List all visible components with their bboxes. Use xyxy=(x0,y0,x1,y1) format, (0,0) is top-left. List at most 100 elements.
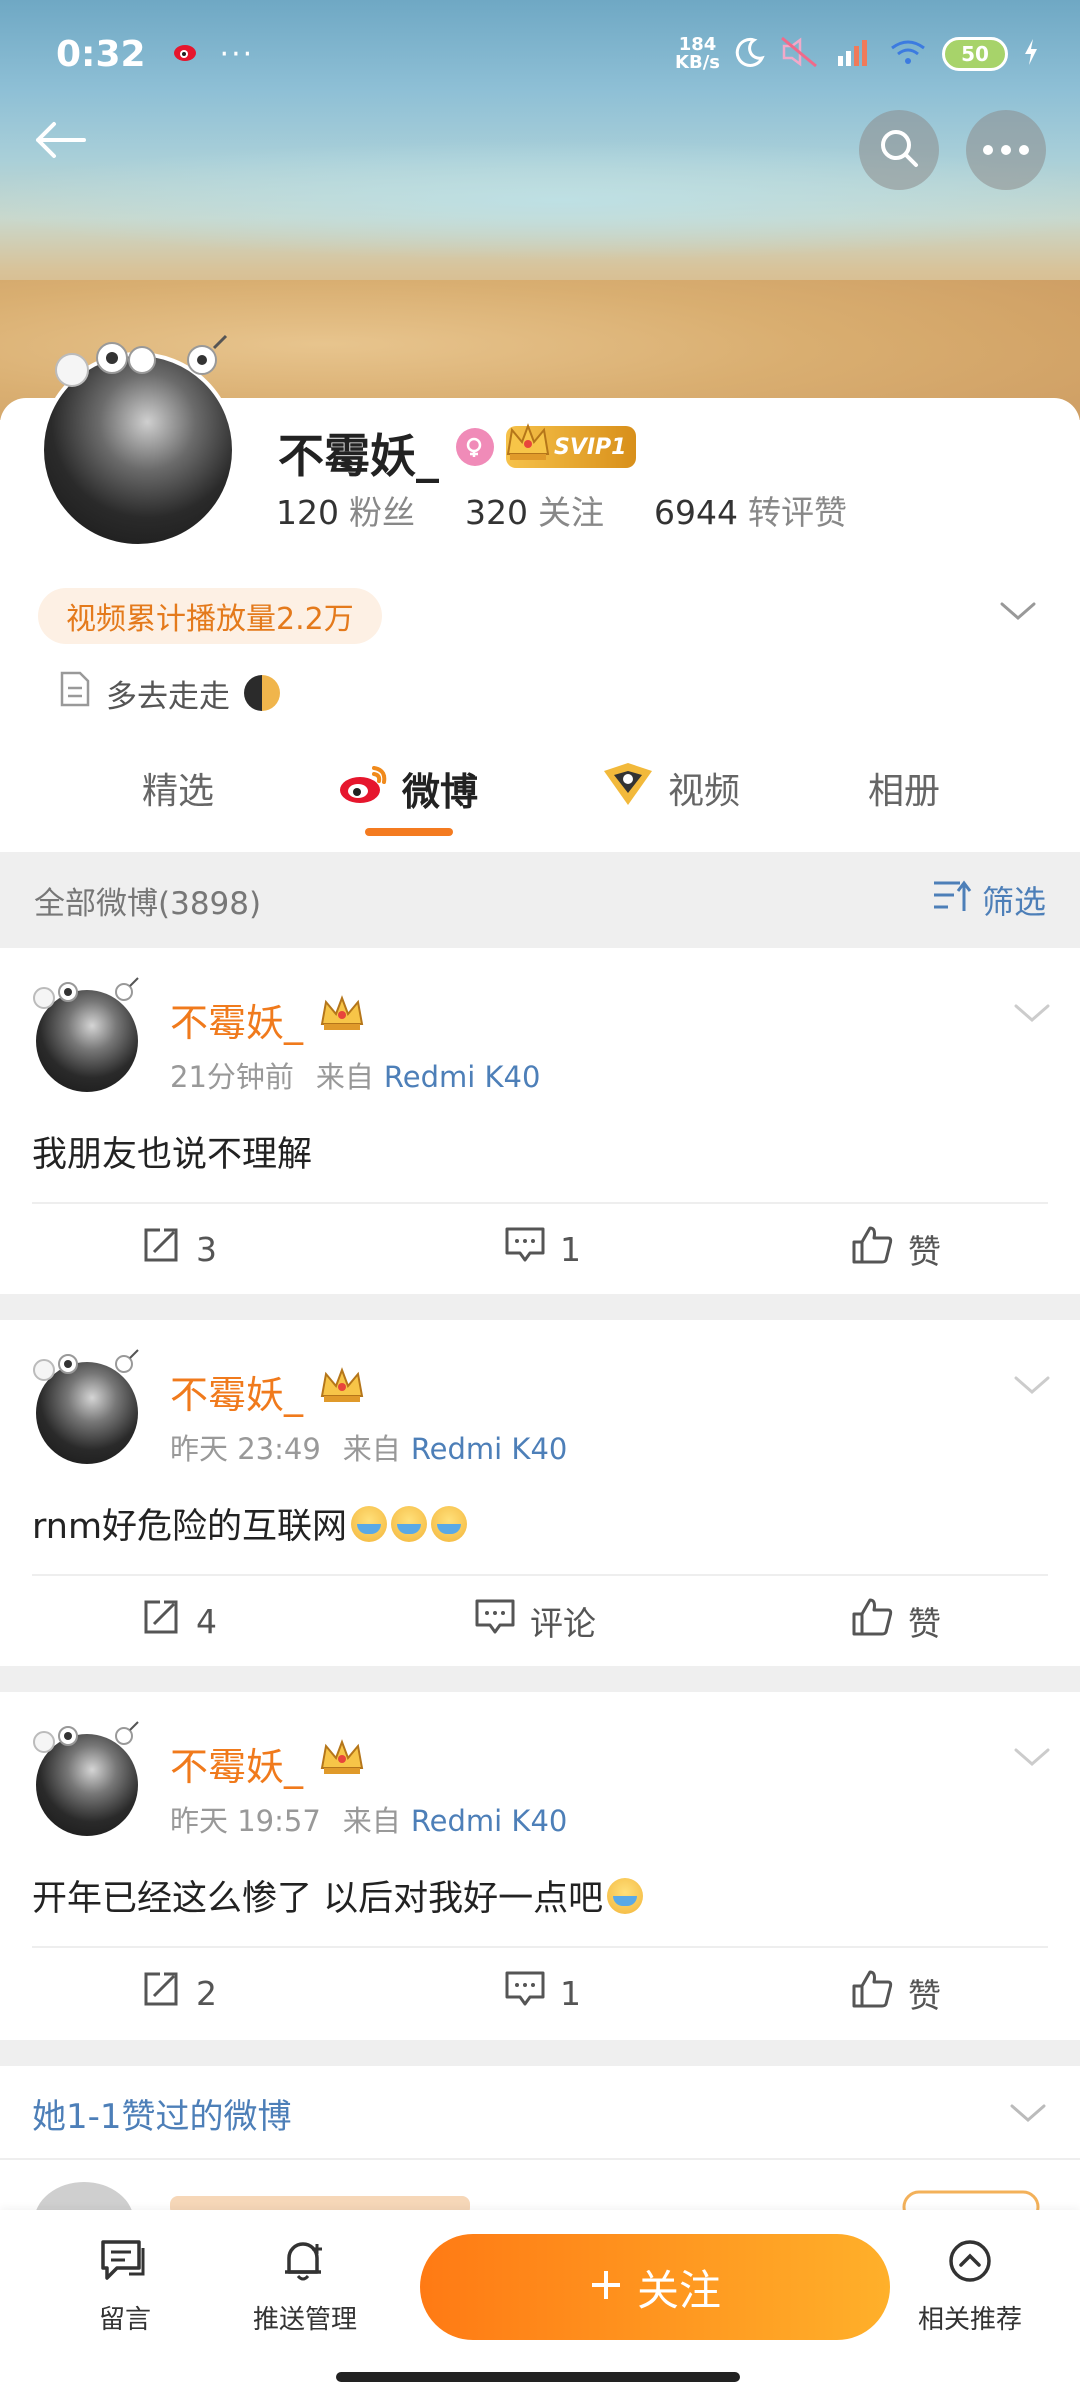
crown-icon xyxy=(318,1738,366,1782)
tab-weibo[interactable]: 微博 xyxy=(336,752,478,824)
active-tab-indicator xyxy=(365,828,453,836)
post-text[interactable]: 我朋友也说不理解 xyxy=(32,1126,312,1177)
chevron-down-icon xyxy=(1012,1748,1052,1772)
feed-header: 全部微博(3898) 筛选 xyxy=(0,852,1080,948)
comment-button[interactable]: 评论 xyxy=(474,1576,596,1666)
like-button[interactable]: 赞 xyxy=(850,1948,941,2038)
tab-album[interactable]: 相册 xyxy=(868,752,940,824)
status-bar: 0:32 ··· 184 KB/s 50 xyxy=(56,26,1040,82)
repost-button[interactable]: 4 xyxy=(140,1576,217,1666)
thumbs-up-icon xyxy=(850,1224,894,1274)
home-indicator[interactable] xyxy=(336,2372,740,2382)
repost-icon xyxy=(140,1968,182,2018)
post-author[interactable]: 不霉妖_ xyxy=(170,1736,303,1791)
chevron-down-icon xyxy=(1008,2093,1048,2133)
post-author[interactable]: 不霉妖_ xyxy=(170,992,303,1047)
wifi-icon xyxy=(888,36,928,73)
stat-interactions[interactable]: 6944 转评赞 xyxy=(654,486,847,534)
like-button[interactable]: 赞 xyxy=(850,1576,941,1666)
post-text[interactable]: 开年已经这么惨了 以后对我好一点吧 xyxy=(32,1870,644,1921)
signal-icon xyxy=(834,36,874,73)
message-button[interactable]: 留言 xyxy=(55,2238,195,2336)
document-icon xyxy=(58,670,92,716)
post-card[interactable]: 不霉妖_ 21分钟前 来自 Redmi K40 我朋友也说不理解 3 1 赞 xyxy=(0,948,1080,1294)
crown-icon xyxy=(504,420,552,468)
avatar-decoration xyxy=(42,330,242,390)
post-meta: 昨天 23:49 来自 Redmi K40 xyxy=(170,1426,567,1468)
profile-name: 不霉妖_ xyxy=(278,429,439,483)
video-tab-icon xyxy=(600,761,656,816)
charging-icon xyxy=(1022,37,1040,72)
stat-followers[interactable]: 120 粉丝 xyxy=(276,486,415,534)
post-menu-button[interactable] xyxy=(1012,1744,1052,1772)
post-menu-button[interactable] xyxy=(1012,1000,1052,1028)
feed-separator xyxy=(0,1666,1080,1692)
comment-icon xyxy=(474,1597,516,1645)
back-button[interactable] xyxy=(30,120,100,180)
female-icon xyxy=(456,428,494,466)
moon-emoji xyxy=(244,675,280,711)
post-source[interactable]: Redmi K40 xyxy=(384,1060,541,1094)
feed-separator xyxy=(0,2040,1080,2066)
next-post-preview xyxy=(0,2162,1080,2212)
avatar-decoration xyxy=(28,1718,148,1758)
mute-icon xyxy=(780,36,820,73)
like-button[interactable]: 赞 xyxy=(850,1204,941,1294)
video-views-badge[interactable]: 视频累计播放量2.2万 xyxy=(38,588,382,644)
repost-icon xyxy=(140,1596,182,1646)
expand-profile-button[interactable] xyxy=(998,598,1038,626)
post-author[interactable]: 不霉妖_ xyxy=(170,1364,303,1419)
filter-icon xyxy=(932,879,972,921)
thumbs-up-icon xyxy=(850,1968,894,2018)
feed-separator xyxy=(0,1294,1080,1320)
post-text[interactable]: rnm好危险的互联网 xyxy=(32,1498,468,1549)
comment-icon xyxy=(504,1225,546,1273)
plus-icon xyxy=(589,2263,623,2312)
search-button[interactable] xyxy=(859,110,939,190)
more-button[interactable] xyxy=(966,110,1046,190)
liked-posts-title: 她1-1赞过的微博 xyxy=(32,2096,292,2137)
post-source[interactable]: Redmi K40 xyxy=(411,1432,568,1466)
post-from-label: 来自 xyxy=(315,1060,374,1094)
post-source[interactable]: Redmi K40 xyxy=(411,1804,568,1838)
post-actions: 2 1 赞 xyxy=(0,1948,1080,2038)
emoji-icon xyxy=(391,1505,428,1542)
post-time: 昨天 19:57 xyxy=(170,1804,321,1838)
crown-icon xyxy=(318,994,366,1038)
chevron-down-icon xyxy=(998,602,1038,626)
post-card[interactable]: 不霉妖_ 昨天 23:49 来自 Redmi K40 rnm好危险的互联网 4 评论 赞 xyxy=(0,1320,1080,1666)
post-meta: 昨天 19:57 来自 Redmi K40 xyxy=(170,1798,567,1840)
profile-bio: 多去走走 xyxy=(58,670,280,716)
avatar-decoration xyxy=(28,1346,148,1386)
post-menu-button[interactable] xyxy=(1012,1372,1052,1400)
post-actions: 4 评论 赞 xyxy=(0,1576,1080,1666)
thumbs-up-icon xyxy=(850,1596,894,1646)
post-from-label: 来自 xyxy=(342,1804,401,1838)
repost-button[interactable]: 3 xyxy=(140,1204,217,1294)
filter-button[interactable]: 筛选 xyxy=(932,877,1046,923)
post-card[interactable]: 不霉妖_ 昨天 19:57 来自 Redmi K40 开年已经这么惨了 以后对我好一点吧… xyxy=(0,1692,1080,2038)
related-recommend-button[interactable]: 相关推荐 xyxy=(900,2238,1040,2336)
post-meta: 21分钟前 来自 Redmi K40 xyxy=(170,1054,540,1096)
push-settings-button[interactable]: 推送管理 xyxy=(235,2238,375,2336)
bell-plus-icon xyxy=(279,2238,331,2291)
tab-featured[interactable]: 精选 xyxy=(142,752,214,824)
bio-text: 多去走走 xyxy=(106,678,230,715)
search-icon xyxy=(877,126,921,174)
emoji-icon xyxy=(351,1505,388,1542)
comment-icon xyxy=(504,1969,546,2017)
status-time: 0:32 xyxy=(56,33,146,75)
moon-icon xyxy=(734,36,766,73)
post-time: 21分钟前 xyxy=(170,1060,294,1094)
follow-button[interactable]: 关注 xyxy=(420,2234,890,2340)
crown-icon xyxy=(318,1366,366,1410)
comment-button[interactable]: 1 xyxy=(504,1948,581,2038)
chevron-down-icon xyxy=(1012,1004,1052,1028)
liked-posts-section[interactable]: 她1-1赞过的微博 xyxy=(0,2068,1080,2160)
emoji-icon xyxy=(431,1505,468,1542)
repost-icon xyxy=(140,1224,182,1274)
repost-button[interactable]: 2 xyxy=(140,1948,217,2038)
stat-following[interactable]: 320 关注 xyxy=(465,486,604,534)
comment-button[interactable]: 1 xyxy=(504,1204,581,1294)
tab-video[interactable]: 视频 xyxy=(600,752,740,824)
